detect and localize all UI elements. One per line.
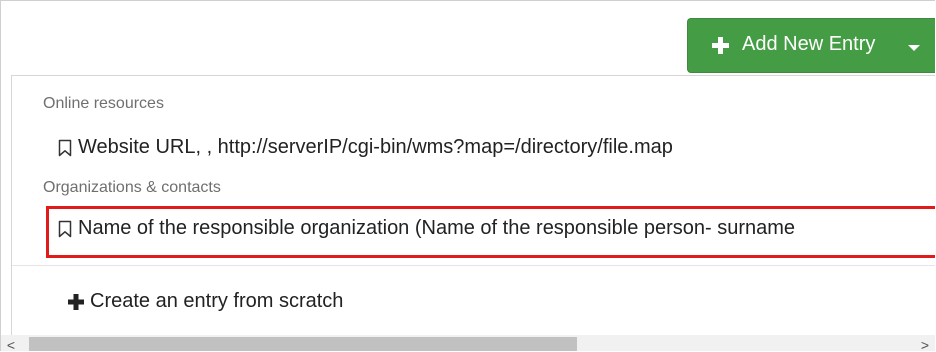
scroll-right-icon[interactable]: > (917, 337, 933, 351)
add-new-entry-label: Add New Entry (742, 33, 876, 55)
menu-item-label: Name of the responsible organization (Na… (78, 217, 796, 239)
create-entry-label: Create an entry from scratch (90, 290, 344, 312)
add-new-entry-button[interactable]: Add New Entry (687, 18, 935, 73)
menu-item-website-url[interactable]: Website URL, , http://serverIP/cgi-bin/w… (58, 136, 673, 159)
create-entry-from-scratch[interactable]: Create an entry from scratch (68, 290, 343, 313)
plus-icon (68, 293, 84, 310)
bookmark-icon (58, 139, 72, 156)
section-header-organizations-contacts: Organizations & contacts (43, 179, 221, 196)
menu-item-responsible-organization[interactable]: Name of the responsible organization (Na… (58, 217, 795, 240)
caret-down-icon (908, 45, 920, 51)
scroll-left-icon[interactable]: < (3, 337, 19, 351)
horizontal-scrollbar[interactable]: < > (1, 335, 935, 351)
add-entry-dropdown-menu: Online resources Website URL, , http://s… (11, 75, 935, 351)
app-frame: Add New Entry Online resources Website U… (0, 0, 935, 351)
menu-item-label: Website URL, , http://serverIP/cgi-bin/w… (78, 136, 673, 158)
menu-divider (12, 265, 935, 266)
plus-icon (712, 37, 729, 54)
scrollbar-thumb[interactable] (29, 337, 577, 351)
bookmark-icon (58, 220, 72, 237)
section-header-online-resources: Online resources (43, 95, 164, 112)
